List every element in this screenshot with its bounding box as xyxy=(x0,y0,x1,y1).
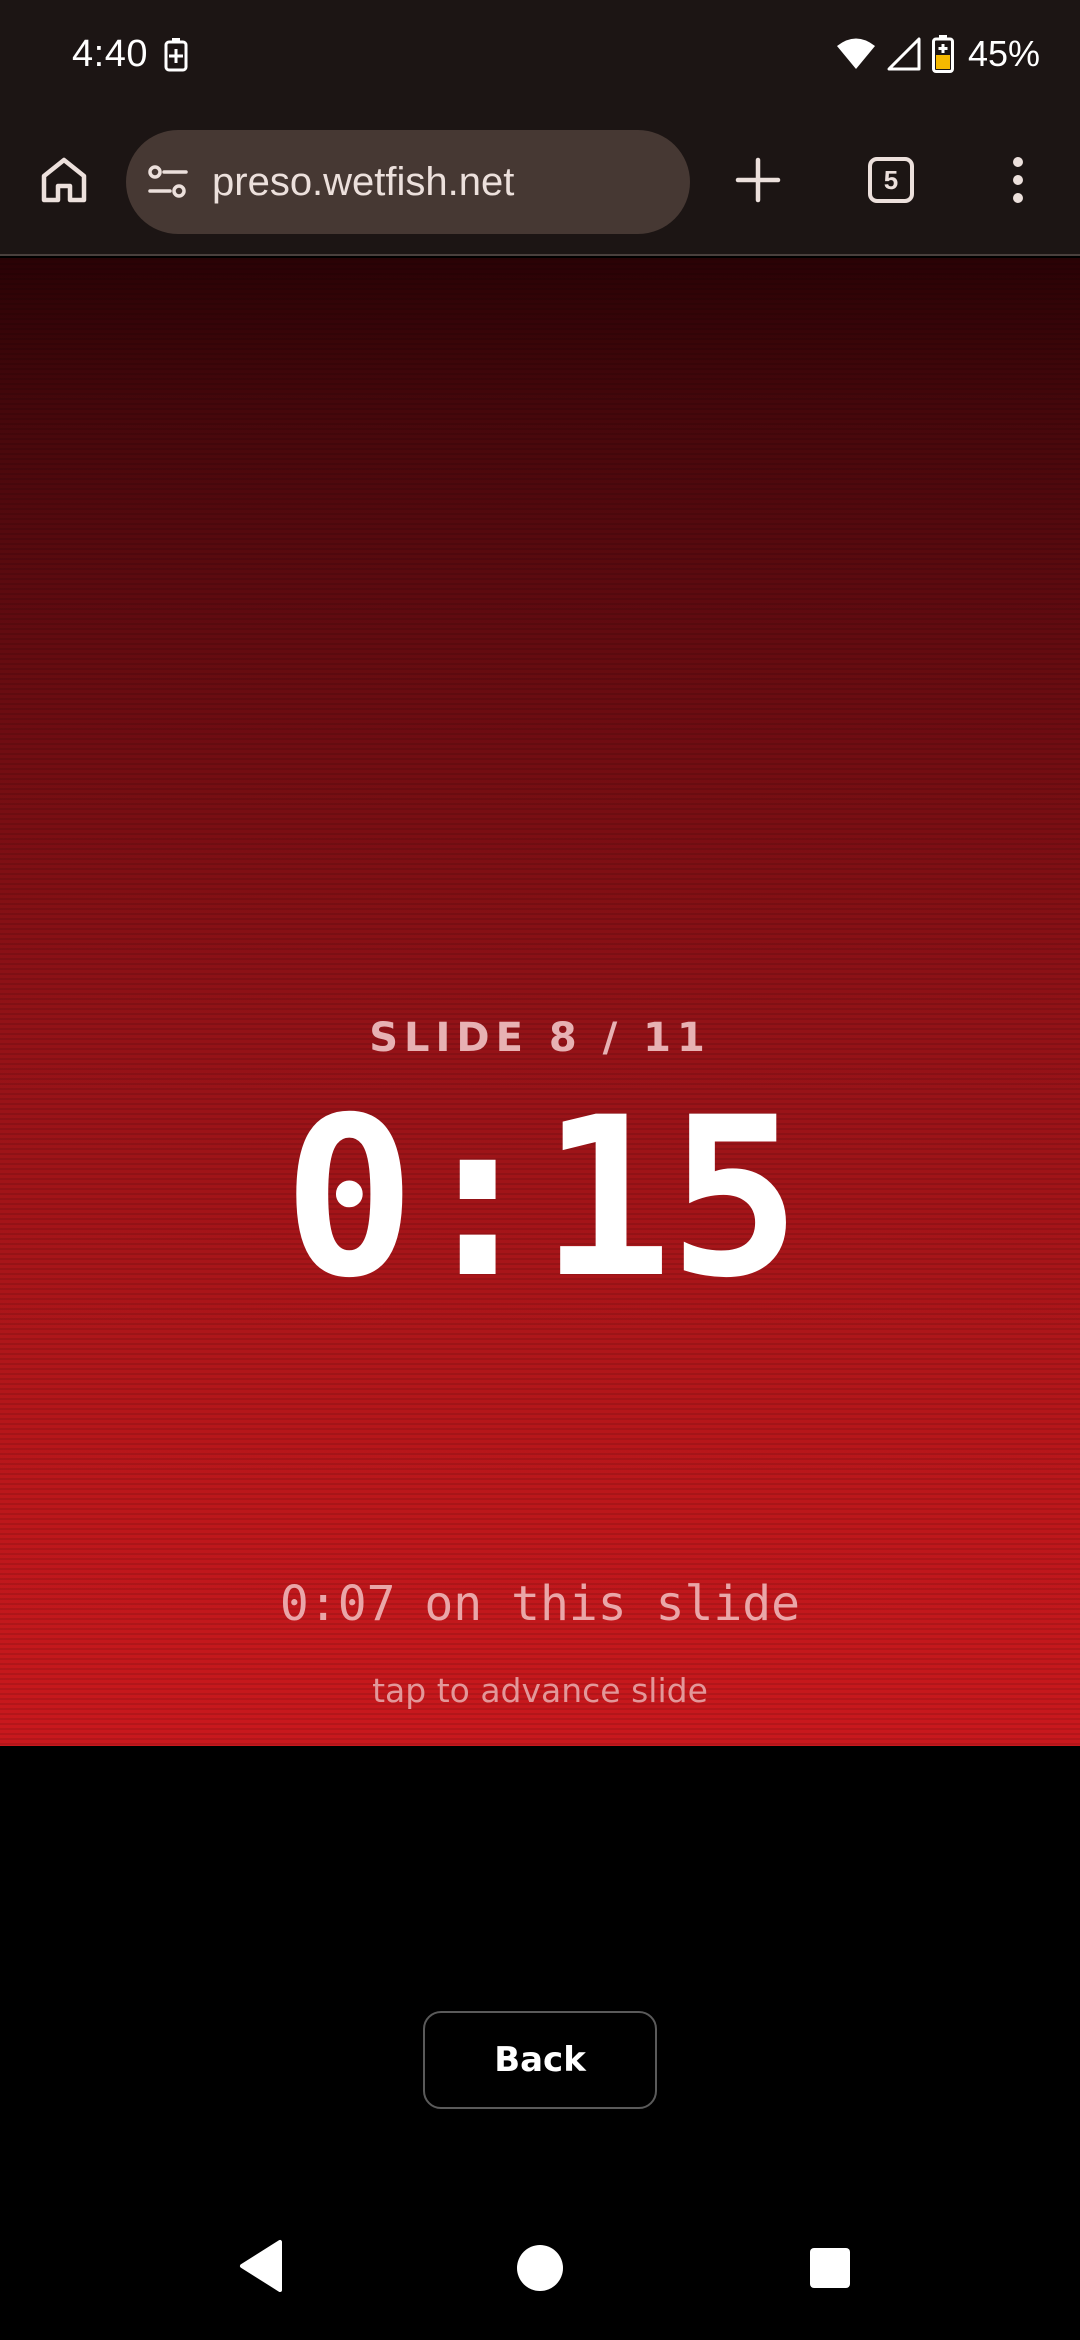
plus-icon xyxy=(735,157,781,203)
wifi-icon xyxy=(836,38,875,69)
site-settings-icon[interactable] xyxy=(146,160,190,204)
tab-switcher-button[interactable]: 5 xyxy=(855,144,927,216)
status-icons: 45% xyxy=(836,28,1040,80)
status-bar: 4:40 45% xyxy=(0,0,1080,108)
url-text[interactable]: preso.wetfish.net xyxy=(212,154,514,210)
status-time: 4:40 xyxy=(72,33,148,75)
system-nav-bar xyxy=(0,2196,1080,2340)
nav-home-icon[interactable] xyxy=(506,2234,574,2302)
total-timer: 0:15 xyxy=(283,1070,801,1326)
tab-switcher-icon: 5 xyxy=(868,157,914,203)
cell-signal-icon xyxy=(887,37,921,71)
slide-timer: 0:07 on this slide xyxy=(279,1576,801,1632)
new-tab-button[interactable] xyxy=(722,144,794,216)
browser-toolbar: preso.wetfish.net 5 xyxy=(0,108,1080,256)
tab-count: 5 xyxy=(883,165,899,195)
advance-hint: tap to advance slide xyxy=(372,1671,708,1710)
battery-saver-icon xyxy=(164,38,188,72)
slide-counter: SLIDE 8 / 11 xyxy=(369,1015,711,1061)
battery-percentage: 45% xyxy=(967,33,1040,74)
presentation-timer-area[interactable]: SLIDE 8 / 11 0:15 0:07 on this slide tap… xyxy=(0,258,1080,1746)
address-bar[interactable]: preso.wetfish.net xyxy=(126,130,690,234)
home-icon xyxy=(41,157,87,203)
nav-recents-icon[interactable] xyxy=(798,2236,862,2300)
nav-back-icon[interactable] xyxy=(230,2234,294,2298)
more-vert-icon xyxy=(1013,157,1023,203)
back-button[interactable]: Back xyxy=(423,2011,657,2109)
overflow-menu-button[interactable] xyxy=(982,144,1054,216)
battery-icon xyxy=(931,35,954,73)
home-button[interactable] xyxy=(28,144,100,216)
